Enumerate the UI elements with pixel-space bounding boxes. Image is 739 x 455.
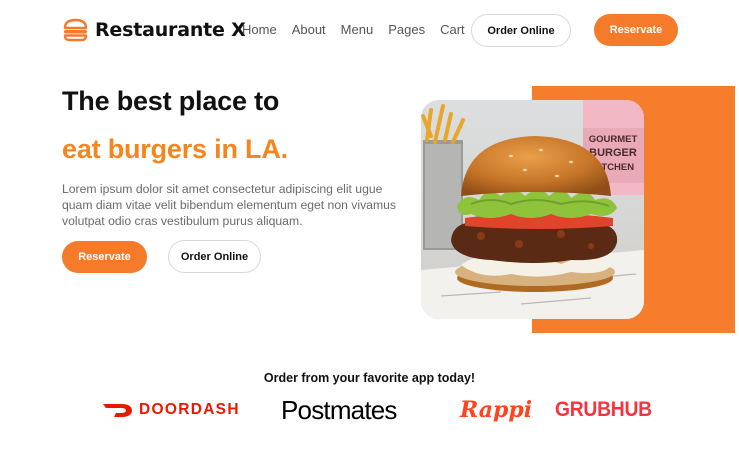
partners-title: Order from your favorite app today!	[263, 371, 476, 385]
hero-reservate-button[interactable]: Reservate	[62, 241, 147, 273]
nav-link-menu[interactable]: Menu	[341, 22, 374, 37]
nav-links: Home About Menu Pages Cart	[242, 22, 480, 37]
grubhub-wordmark: GRUBHUB	[555, 398, 652, 421]
partner-postmates[interactable]: Postmates	[281, 395, 397, 425]
nav-reservate-button[interactable]: Reservate	[594, 14, 678, 46]
nav-link-pages[interactable]: Pages	[388, 22, 425, 37]
burger-illustration: GOURMET BURGER KITCHEN	[421, 100, 644, 319]
hero-order-online-button[interactable]: Order Online	[168, 240, 261, 273]
partner-rappi[interactable]: Rappi	[460, 395, 532, 425]
partner-doordash[interactable]: DOORDASH	[103, 395, 240, 425]
nav-link-about[interactable]: About	[292, 22, 326, 37]
postmates-wordmark: Postmates	[281, 394, 397, 425]
nav-order-online-button[interactable]: Order Online	[471, 14, 571, 47]
cup-text-2: BURGER	[589, 147, 637, 159]
partner-grubhub[interactable]: GRUBHUB	[555, 395, 660, 425]
navbar: Restaurante X Home About Menu Pages Cart…	[0, 0, 739, 62]
brand-logo[interactable]: Restaurante X	[62, 18, 246, 42]
burger-icon	[63, 18, 88, 42]
rappi-wordmark: Rappi	[460, 397, 533, 423]
doordash-icon	[103, 404, 132, 417]
hero-description: Lorem ipsum dolor sit amet consectetur a…	[62, 182, 396, 228]
nav-link-home[interactable]: Home	[242, 22, 277, 37]
hero-title-line2: eat burgers in LA.	[62, 134, 288, 164]
brand-name: Restaurante X	[95, 19, 246, 41]
doordash-wordmark: DOORDASH	[139, 401, 240, 418]
nav-link-cart[interactable]: Cart	[440, 22, 465, 37]
hero-title-line1: The best place to	[62, 86, 280, 116]
cup-text-1: GOURMET	[589, 134, 638, 145]
hero-burger-photo: GOURMET BURGER KITCHEN	[421, 100, 644, 319]
